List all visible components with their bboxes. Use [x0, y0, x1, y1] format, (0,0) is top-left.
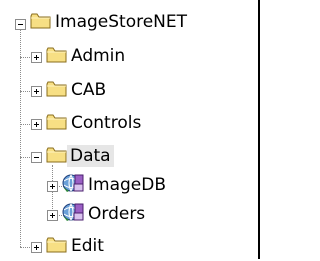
tree-node-label: Orders: [88, 204, 146, 224]
expand-button[interactable]: [47, 181, 58, 192]
collapse-button[interactable]: [15, 19, 26, 30]
expand-button[interactable]: [31, 86, 42, 97]
collapse-button[interactable]: [31, 152, 42, 163]
folder-icon: [46, 237, 67, 253]
tree-node-edit[interactable]: Edit: [0, 233, 258, 261]
tree-node-label: Data: [67, 145, 114, 167]
tree-node-label: ImageDB: [88, 175, 166, 195]
folder-icon: [46, 114, 67, 130]
web-service-icon: [62, 203, 84, 221]
expand-button[interactable]: [31, 119, 42, 130]
tree-node-admin[interactable]: Admin: [0, 43, 258, 71]
tree-node-label: Controls: [71, 113, 142, 133]
expand-button[interactable]: [31, 242, 42, 253]
tree-node-label: ImageStoreNET: [55, 12, 188, 32]
tree-node-label: Edit: [71, 236, 104, 256]
tree-node-imagedb[interactable]: ImageDB: [0, 172, 258, 200]
tree-node-controls[interactable]: Controls: [0, 110, 258, 138]
tree-node-orders[interactable]: Orders: [0, 201, 258, 229]
panel-gutter: [260, 0, 267, 259]
folder-icon: [30, 13, 51, 29]
tree-node-label: CAB: [71, 80, 107, 100]
folder-tree: ImageStoreNET Admin CAB Controls Data Im…: [0, 0, 267, 259]
tree-node-label: Admin: [71, 46, 126, 66]
folder-icon: [46, 147, 67, 163]
expand-button[interactable]: [47, 210, 58, 221]
tree-node-imagestorenet[interactable]: ImageStoreNET: [0, 9, 258, 37]
folder-icon: [46, 81, 67, 97]
tree-node-data[interactable]: Data: [0, 143, 258, 171]
web-service-icon: [62, 174, 84, 192]
tree-node-cab[interactable]: CAB: [0, 77, 258, 105]
folder-icon: [46, 47, 67, 63]
expand-button[interactable]: [31, 52, 42, 63]
